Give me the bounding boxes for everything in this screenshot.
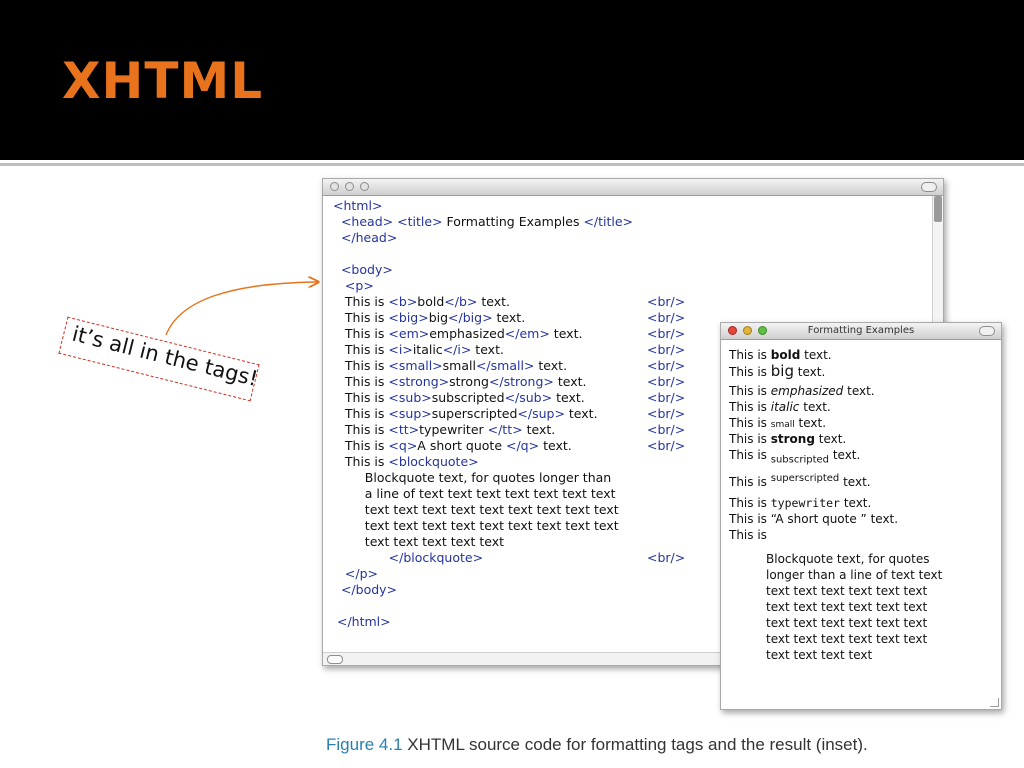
result-line: This is superscripted text.: [729, 473, 871, 489]
blockquote-line: text text text text text text: [766, 584, 928, 598]
toolbar-toggle-icon[interactable]: [921, 182, 937, 192]
br-tag: <br/>: [647, 342, 686, 357]
blockquote-line: longer than a line of text text: [766, 568, 943, 582]
code-line: This is <i>italic</i> text.: [333, 342, 504, 357]
blockquote-line: text text text text text text: [766, 632, 928, 646]
minimize-window-icon[interactable]: [345, 182, 354, 191]
br-tag: <br/>: [647, 438, 686, 453]
close-window-icon[interactable]: [330, 182, 339, 191]
code-line: </body>: [340, 582, 398, 597]
code-line: </blockquote>: [388, 550, 484, 565]
code-line: text text text text text: [333, 534, 505, 549]
horizontal-scroll-thumb[interactable]: [327, 655, 343, 664]
code-line: text text text text text text text text …: [333, 502, 619, 517]
br-tag: <br/>: [647, 422, 686, 437]
code-line: This is <tt>typewriter </tt> text.: [333, 422, 556, 437]
code-line: This is <blockquote>: [333, 454, 479, 469]
result-line: This is emphasized text.: [729, 384, 875, 398]
vertical-scroll-thumb[interactable]: [934, 196, 942, 222]
code-line: This is <big>big</big> text.: [333, 310, 526, 325]
code-line: </p>: [344, 566, 379, 581]
source-window-titlebar[interactable]: [323, 179, 943, 196]
br-tag: <br/>: [647, 358, 686, 373]
code-line: This is <em>emphasized</em> text.: [333, 326, 583, 341]
toolbar-toggle-icon[interactable]: [979, 326, 995, 336]
result-line: This is big text.: [729, 362, 826, 380]
blockquote-line: text text text text: [766, 648, 873, 662]
blockquote-line: text text text text text text: [766, 616, 928, 630]
br-tag: <br/>: [647, 374, 686, 389]
code-line: Blockquote text, for quotes longer than: [333, 470, 612, 485]
code-line: This is <q>A short quote </q> text.: [333, 438, 572, 453]
code-line: <p>: [344, 278, 374, 293]
code-line: This is <sub>subscripted</sub> text.: [333, 390, 585, 405]
figure-caption: Figure 4.1 XHTML source code for formatt…: [326, 735, 868, 755]
code-line: This is <small>small</small> text.: [333, 358, 568, 373]
br-tag: <br/>: [647, 406, 686, 421]
code-line: <html>: [333, 198, 383, 213]
figure-number: Figure 4.1: [326, 735, 403, 754]
code-line: This is <b>bold</b> text.: [333, 294, 511, 309]
result-line: This is subscripted text.: [729, 448, 861, 466]
blockquote-line: text text text text text text: [766, 600, 928, 614]
result-line: This is bold text.: [729, 348, 832, 362]
blockquote-line: Blockquote text, for quotes: [766, 552, 930, 566]
zoom-window-icon[interactable]: [360, 182, 369, 191]
br-tag: <br/>: [647, 326, 686, 341]
result-line: This is italic text.: [729, 400, 831, 414]
br-tag: <br/>: [647, 550, 686, 565]
code-line: a line of text text text text text text …: [333, 486, 616, 501]
result-window-titlebar[interactable]: Formatting Examples: [721, 323, 1001, 340]
code-line: </html>: [336, 614, 391, 629]
code-line: </head>: [340, 230, 398, 245]
code-line: This is <strong>strong</strong> text.: [333, 374, 587, 389]
result-line: This is strong text.: [729, 432, 847, 446]
code-line: text text text text text text text text …: [333, 518, 619, 533]
result-line: This is typewriter text.: [729, 496, 872, 510]
result-browser-window: Formatting Examples This is bold text. Th…: [720, 322, 1002, 710]
result-line: This is “A short quote ” text.: [729, 512, 899, 526]
br-tag: <br/>: [647, 310, 686, 325]
resize-grip-icon[interactable]: [990, 698, 999, 707]
br-tag: <br/>: [647, 390, 686, 405]
br-tag: <br/>: [647, 294, 686, 309]
caption-text: XHTML source code for formatting tags an…: [407, 735, 868, 754]
code-line: <body>: [340, 262, 393, 277]
result-window-title: Formatting Examples: [807, 325, 915, 336]
code-line: <head> <title> Formatting Examples </tit…: [340, 214, 634, 229]
code-line: This is <sup>superscripted</sup> text.: [333, 406, 598, 421]
result-line: This is: [729, 528, 767, 542]
